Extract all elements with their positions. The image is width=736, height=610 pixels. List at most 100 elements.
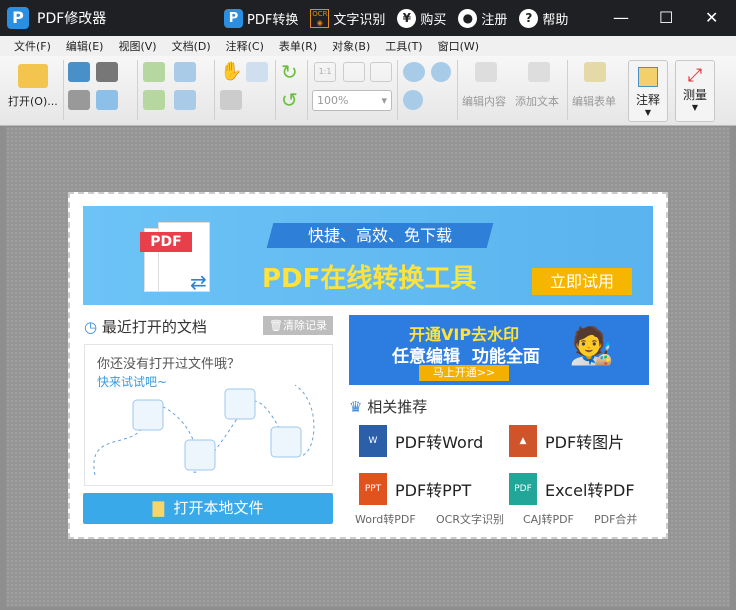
mascot-icon: 🧑‍🎨 — [569, 326, 614, 367]
add-text-icon[interactable] — [528, 62, 550, 82]
zoom-in-icon[interactable] — [403, 90, 423, 110]
ocr-button[interactable]: OCR ◉ 文字识别 — [310, 8, 385, 28]
pdf-convert-icon: P — [224, 8, 243, 28]
menu-comment[interactable]: 注释(C) — [226, 38, 264, 54]
clock-icon: ◷ — [84, 318, 98, 336]
app-logo-icon: P — [7, 7, 29, 29]
pdf-to-ppt-button[interactable]: PPT PDF转PPT — [359, 473, 471, 505]
redo-icon[interactable] — [174, 90, 196, 110]
pdf-merge-link[interactable]: PDF合并 — [594, 511, 637, 527]
vip-line2: 任意编辑 功能全面 — [392, 347, 540, 367]
minimize-button[interactable]: — — [613, 8, 629, 27]
register-button[interactable]: ● 注册 — [458, 8, 508, 28]
zoom-value: 100% — [317, 94, 349, 107]
menu-window[interactable]: 窗口(W) — [438, 38, 479, 54]
pdf-convert-label: PDF转换 — [247, 12, 299, 28]
menu-document[interactable]: 文档(D) — [172, 38, 211, 54]
prev-page-icon[interactable] — [143, 62, 165, 82]
toolbar: 打开(O)... ✋ ↻ ↺ 1:1 100% ▾ 编辑内容 添加文本 编辑表单 — [0, 56, 736, 126]
menu-object[interactable]: 对象(B) — [332, 38, 370, 54]
recent-heading-text: 最近打开的文档 — [101, 318, 207, 336]
banner-title: PDF在线转换工具 — [262, 264, 477, 294]
image-icon: ▲ — [509, 425, 537, 457]
open-button[interactable]: 打开(O)... — [8, 93, 58, 109]
word-to-pdf-link[interactable]: Word转PDF — [355, 511, 416, 527]
zoom-area-icon[interactable] — [403, 62, 425, 82]
edit-form-button[interactable]: 编辑表单 — [572, 93, 616, 109]
clear-history-button[interactable]: 🗑清除记录 — [263, 316, 333, 335]
pdf-to-ppt-label: PDF转PPT — [395, 481, 472, 500]
pdf-to-image-button[interactable]: ▲ PDF转图片 — [509, 425, 624, 457]
help-label: 帮助 — [542, 12, 569, 28]
pdf-to-image-label: PDF转图片 — [545, 433, 625, 452]
open-local-label: 打开本地文件 — [173, 499, 264, 517]
print-icon[interactable] — [68, 90, 90, 110]
menu-view[interactable]: 视图(V) — [118, 38, 156, 54]
snapshot-icon[interactable] — [220, 90, 242, 110]
select-text-icon[interactable] — [246, 62, 268, 82]
crown-icon: ♛ — [349, 398, 363, 416]
banner-slogan: 快捷、高效、免下载 — [266, 223, 494, 248]
help-button[interactable]: ? 帮助 — [519, 8, 569, 28]
caj-to-pdf-link[interactable]: CAJ转PDF — [523, 511, 574, 527]
vip-open-button[interactable]: 马上开通>> — [419, 365, 509, 381]
recommend-heading: ♛ 相关推荐 — [349, 396, 427, 417]
annotate-icon — [638, 67, 658, 87]
save-icon[interactable] — [68, 62, 90, 82]
annotate-button[interactable]: 注释 ▼ — [628, 60, 668, 122]
pdf-document-icon: PDF ⇄ — [140, 220, 220, 295]
add-text-button[interactable]: 添加文本 — [515, 93, 559, 109]
title-bar: P PDF修改器 P PDF转换 OCR ◉ 文字识别 ¥ 购买 ● 注册 ? 帮助 — ☐… — [0, 0, 736, 36]
edit-form-icon[interactable] — [584, 62, 606, 82]
excel-to-pdf-button[interactable]: PDF Excel转PDF — [509, 473, 635, 505]
menu-tools[interactable]: 工具(T) — [385, 38, 422, 54]
folder-icon: ▇ — [152, 499, 164, 517]
fit-width-icon[interactable] — [370, 62, 392, 82]
menu-file[interactable]: 文件(F) — [14, 38, 51, 54]
hand-icon[interactable]: ✋ — [220, 62, 242, 82]
recent-heading: ◷ 最近打开的文档 — [84, 316, 207, 337]
vip-banner[interactable]: 开通VIP去水印 任意编辑 功能全面 马上开通>> 🧑‍🎨 — [349, 315, 649, 385]
menu-edit[interactable]: 编辑(E) — [66, 38, 104, 54]
undo-icon[interactable] — [174, 62, 196, 82]
zoom-out-icon[interactable] — [431, 62, 451, 82]
app-title: PDF修改器 — [37, 11, 107, 27]
scan-icon[interactable] — [96, 62, 118, 82]
edit-content-button[interactable]: 编辑内容 — [462, 93, 506, 109]
excel-to-pdf-label: Excel转PDF — [545, 481, 635, 500]
word-icon: W — [359, 425, 387, 457]
ppt-icon: PPT — [359, 473, 387, 505]
ocr-link[interactable]: OCR文字识别 — [436, 511, 504, 527]
buy-button[interactable]: ¥ 购买 — [397, 8, 446, 28]
next-page-icon[interactable] — [143, 90, 165, 110]
trash-icon: 🗑 — [269, 319, 283, 332]
help-icon: ? — [519, 8, 539, 28]
edit-content-icon[interactable] — [475, 62, 497, 82]
register-label: 注册 — [481, 12, 508, 28]
pdf-logo-text: PDF — [140, 232, 192, 252]
annotate-label: 注释 — [635, 93, 660, 107]
zoom-select[interactable]: 100% ▾ — [312, 90, 392, 111]
maximize-button[interactable]: ☐ — [659, 8, 673, 27]
copy-icon — [184, 439, 216, 471]
pdf-to-word-label: PDF转Word — [395, 433, 484, 452]
close-button[interactable]: ✕ — [705, 8, 718, 27]
banner-slogan-text: 快捷、高效、免下载 — [307, 226, 452, 245]
fit-page-icon[interactable] — [343, 62, 365, 82]
actual-size-icon[interactable]: 1:1 — [314, 62, 336, 82]
pdf-convert-button[interactable]: P PDF转换 — [224, 8, 299, 28]
email-icon[interactable] — [96, 90, 118, 110]
rotate-counterclockwise-icon[interactable]: ↺ — [281, 90, 303, 110]
try-now-button[interactable]: 立即试用 — [532, 268, 632, 295]
recommend-heading-text: 相关推荐 — [367, 398, 428, 416]
pdf-to-word-button[interactable]: W PDF转Word — [359, 425, 483, 457]
ocr-icon: OCR ◉ — [310, 8, 330, 28]
menu-form[interactable]: 表单(R) — [279, 38, 317, 54]
menu-bar: 文件(F) 编辑(E) 视图(V) 文档(D) 注释(C) 表单(R) 对象(B… — [0, 36, 736, 56]
rotate-clockwise-icon[interactable]: ↻ — [281, 62, 303, 82]
open-local-file-button[interactable]: ▇ 打开本地文件 — [83, 493, 333, 524]
recent-files-list: 你还没有打开过文件哦？ 快来试试吧~ — [84, 344, 333, 486]
clear-history-label: 清除记录 — [282, 319, 327, 332]
open-folder-icon[interactable] — [18, 64, 48, 88]
measure-button[interactable]: ⤢ 测量 ▼ — [675, 60, 715, 122]
